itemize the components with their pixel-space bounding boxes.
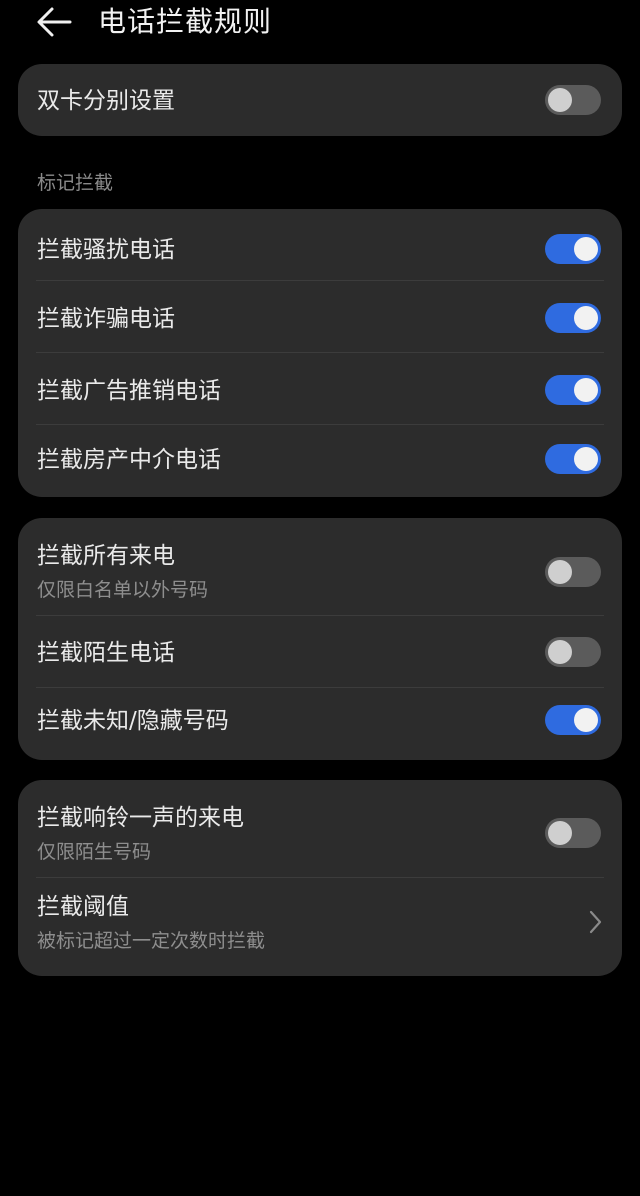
- dual-sim-toggle[interactable]: [545, 85, 601, 115]
- fraud-toggle[interactable]: [545, 303, 601, 333]
- marked-item-label: 拦截房产中介电话: [37, 447, 221, 473]
- toggle-knob: [548, 560, 572, 584]
- toggle-knob: [574, 708, 598, 732]
- toggle-knob: [548, 821, 572, 845]
- all-calls-toggle[interactable]: [545, 557, 601, 587]
- toggle-knob: [574, 306, 598, 330]
- dual-sim-card: 双卡分别设置: [18, 64, 622, 136]
- call-item-unknown[interactable]: 拦截未知/隐藏号码: [18, 688, 622, 760]
- toggle-knob: [548, 640, 572, 664]
- app-header: 电话拦截规则: [0, 0, 640, 50]
- toggle-knob: [574, 447, 598, 471]
- back-button[interactable]: [30, 2, 78, 42]
- ring-threshold-card: 拦截响铃一声的来电 仅限陌生号码 拦截阈值 被标记超过一定次数时拦截: [18, 780, 622, 976]
- call-item-label: 拦截陌生电话: [37, 640, 175, 666]
- dual-sim-row[interactable]: 双卡分别设置: [18, 64, 622, 136]
- marked-item-label: 拦截诈骗电话: [37, 306, 175, 332]
- dual-sim-label: 双卡分别设置: [37, 88, 175, 114]
- marked-intercept-card: 拦截骚扰电话 拦截诈骗电话 拦截广告推销电话 拦截房产中介电话: [18, 209, 622, 497]
- call-item-sublabel: 仅限白名单以外号码: [37, 579, 209, 601]
- marked-item-advertising[interactable]: 拦截广告推销电话: [18, 353, 622, 425]
- page-title: 电话拦截规则: [98, 5, 273, 38]
- marked-item-label: 拦截骚扰电话: [37, 237, 175, 263]
- back-arrow-icon: [30, 2, 78, 42]
- unknown-hidden-toggle[interactable]: [545, 705, 601, 735]
- ring-once-sublabel: 仅限陌生号码: [37, 841, 152, 863]
- harassment-toggle[interactable]: [545, 234, 601, 264]
- call-item-strangers[interactable]: 拦截陌生电话: [18, 616, 622, 688]
- advertising-toggle[interactable]: [545, 375, 601, 405]
- threshold-label: 拦截阈值: [37, 894, 129, 920]
- marked-item-label: 拦截广告推销电话: [37, 378, 221, 404]
- toggle-knob: [574, 237, 598, 261]
- marked-item-real-estate[interactable]: 拦截房产中介电话: [18, 425, 622, 497]
- call-intercept-card: 拦截所有来电 仅限白名单以外号码 拦截陌生电话 拦截未知/隐藏号码: [18, 518, 622, 760]
- toggle-knob: [548, 88, 572, 112]
- call-item-all[interactable]: 拦截所有来电 仅限白名单以外号码: [18, 518, 622, 616]
- threshold-sublabel: 被标记超过一定次数时拦截: [37, 930, 266, 952]
- ring-once-row[interactable]: 拦截响铃一声的来电 仅限陌生号码: [18, 780, 622, 878]
- section-label-marked: 标记拦截: [37, 172, 114, 194]
- marked-item-fraud[interactable]: 拦截诈骗电话: [18, 281, 622, 353]
- real-estate-toggle[interactable]: [545, 444, 601, 474]
- call-item-label: 拦截所有来电: [37, 543, 175, 569]
- call-item-label: 拦截未知/隐藏号码: [37, 708, 229, 734]
- marked-item-harassment[interactable]: 拦截骚扰电话: [18, 209, 622, 281]
- chevron-right-icon: [588, 909, 604, 935]
- ring-once-label: 拦截响铃一声的来电: [37, 805, 244, 831]
- toggle-knob: [574, 378, 598, 402]
- strangers-toggle[interactable]: [545, 637, 601, 667]
- threshold-row[interactable]: 拦截阈值 被标记超过一定次数时拦截: [18, 878, 622, 976]
- ring-once-toggle[interactable]: [545, 818, 601, 848]
